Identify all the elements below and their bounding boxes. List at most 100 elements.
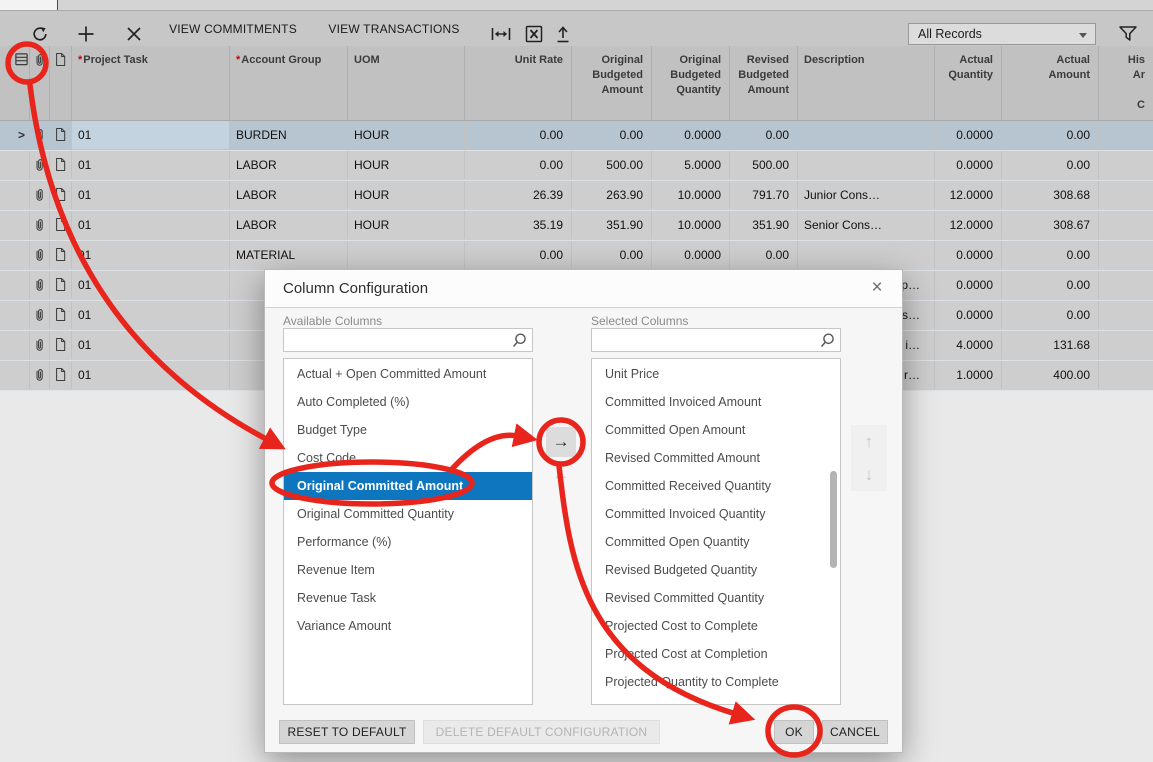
move-left-button[interactable]: ← [546, 460, 576, 490]
cell-actual-quantity[interactable]: 0.0000 [935, 121, 1002, 149]
header-original-budgeted-amount[interactable]: Original Budgeted Amount [572, 46, 652, 120]
cell-revised-budgeted-amount[interactable]: 791.70 [730, 181, 798, 209]
cell-unit-rate[interactable]: 26.39 [465, 181, 572, 209]
cell-actual-amount[interactable]: 400.00 [1002, 361, 1099, 389]
cell-project-task[interactable]: 01 [72, 361, 230, 389]
cell-original-budgeted-amount[interactable]: 0.00 [572, 241, 652, 269]
paperclip-icon[interactable] [30, 121, 50, 149]
cell-actual-amount[interactable]: 308.67 [1002, 211, 1099, 239]
list-item[interactable]: Projected Cost at Completion [592, 640, 840, 668]
note-icon[interactable] [50, 121, 72, 149]
row-selector-cell[interactable] [14, 151, 30, 179]
note-icon[interactable] [50, 301, 72, 329]
selected-search-input[interactable] [596, 330, 818, 352]
cell-actual-amount[interactable]: 0.00 [1002, 271, 1099, 299]
cancel-button[interactable]: CANCEL [822, 720, 888, 744]
note-icon[interactable] [50, 241, 72, 269]
cell-project-task[interactable]: 01 [72, 241, 230, 269]
list-item[interactable]: Revised Committed Quantity [592, 584, 840, 612]
list-item[interactable]: Performance (%) [284, 528, 532, 556]
cell-truncated[interactable] [1099, 211, 1153, 239]
cell-description[interactable]: Junior Cons… [798, 181, 935, 209]
paperclip-icon[interactable] [30, 301, 50, 329]
header-truncated-column[interactable]: His Ar C [1099, 46, 1153, 120]
cell-original-budgeted-quantity[interactable]: 0.0000 [652, 121, 730, 149]
cell-revised-budgeted-amount[interactable]: 351.90 [730, 211, 798, 239]
paperclip-icon[interactable] [30, 151, 50, 179]
cell-actual-amount[interactable]: 0.00 [1002, 241, 1099, 269]
row-selector-cell[interactable] [14, 361, 30, 389]
cell-actual-amount[interactable]: 0.00 [1002, 301, 1099, 329]
list-item[interactable]: Actual + Open Committed Amount [284, 360, 532, 388]
list-item[interactable]: Committed Open Amount [592, 416, 840, 444]
cell-actual-quantity[interactable]: 4.0000 [935, 331, 1002, 359]
cell-original-budgeted-amount[interactable]: 500.00 [572, 151, 652, 179]
paperclip-icon[interactable] [30, 331, 50, 359]
cell-original-budgeted-amount[interactable]: 263.90 [572, 181, 652, 209]
available-columns-search[interactable] [283, 328, 533, 352]
cell-account-group[interactable]: LABOR [230, 211, 348, 239]
cell-uom[interactable]: HOUR [348, 181, 465, 209]
list-item[interactable]: Projected Quantity at Completion [592, 696, 840, 705]
export-to-excel-icon[interactable] [522, 22, 546, 46]
cell-truncated[interactable] [1099, 361, 1153, 389]
list-item[interactable]: Committed Invoiced Amount [592, 388, 840, 416]
table-row[interactable]: 01 LABOR HOUR 26.39 263.90 10.0000 791.7… [0, 181, 1153, 211]
cell-unit-rate[interactable]: 0.00 [465, 121, 572, 149]
cell-project-task[interactable]: 01 [72, 301, 230, 329]
cell-unit-rate[interactable]: 35.19 [465, 211, 572, 239]
column-configuration-icon[interactable] [14, 46, 30, 120]
header-project-task[interactable]: *Project Task [72, 46, 230, 120]
cell-description[interactable] [798, 241, 935, 269]
table-row[interactable]: 01 LABOR HOUR 35.19 351.90 10.0000 351.9… [0, 211, 1153, 241]
filter-settings-icon[interactable] [1116, 22, 1140, 46]
move-up-button[interactable]: ↑ [851, 425, 887, 458]
cell-actual-quantity[interactable]: 0.0000 [935, 271, 1002, 299]
cell-revised-budgeted-amount[interactable]: 0.00 [730, 241, 798, 269]
cell-account-group[interactable]: LABOR [230, 181, 348, 209]
note-icon[interactable] [50, 331, 72, 359]
list-item[interactable]: Original Committed Quantity [284, 500, 532, 528]
scrollbar-thumb[interactable] [830, 471, 837, 568]
cell-truncated[interactable] [1099, 271, 1153, 299]
paperclip-icon[interactable] [30, 211, 50, 239]
cell-account-group[interactable]: BURDEN [230, 121, 348, 149]
cell-original-budgeted-quantity[interactable]: 5.0000 [652, 151, 730, 179]
cell-project-task[interactable]: 01 [72, 211, 230, 239]
add-icon[interactable] [74, 22, 98, 46]
list-item[interactable]: Revised Committed Amount [592, 444, 840, 472]
cell-account-group[interactable]: MATERIAL [230, 241, 348, 269]
upload-icon[interactable] [551, 22, 575, 46]
note-icon[interactable] [50, 271, 72, 299]
note-icon[interactable] [50, 151, 72, 179]
header-uom[interactable]: UOM [348, 46, 465, 120]
records-filter-select[interactable]: All Records [908, 23, 1096, 45]
header-account-group[interactable]: *Account Group [230, 46, 348, 120]
list-item[interactable]: Unit Price [592, 360, 840, 388]
cell-uom[interactable]: HOUR [348, 211, 465, 239]
move-right-button[interactable]: → [546, 427, 576, 457]
header-description[interactable]: Description [798, 46, 935, 120]
row-selector-cell[interactable] [14, 271, 30, 299]
list-item[interactable]: Committed Invoiced Quantity [592, 500, 840, 528]
cell-uom[interactable]: HOUR [348, 151, 465, 179]
cell-account-group[interactable]: LABOR [230, 151, 348, 179]
cell-unit-rate[interactable]: 0.00 [465, 241, 572, 269]
paperclip-icon[interactable] [30, 241, 50, 269]
paperclip-icon[interactable] [30, 271, 50, 299]
header-original-budgeted-quantity[interactable]: Original Budgeted Quantity [652, 46, 730, 120]
paperclip-icon[interactable] [30, 361, 50, 389]
cell-project-task[interactable]: 01 [72, 121, 230, 149]
cell-description[interactable] [798, 151, 935, 179]
table-row[interactable]: 01 MATERIAL 0.00 0.00 0.0000 0.00 0.0000… [0, 241, 1153, 271]
cell-original-budgeted-amount[interactable]: 351.90 [572, 211, 652, 239]
close-icon[interactable] [122, 22, 146, 46]
cell-truncated[interactable] [1099, 331, 1153, 359]
cell-actual-quantity[interactable]: 12.0000 [935, 211, 1002, 239]
row-selector-cell[interactable]: > [14, 121, 30, 149]
list-item-selected[interactable]: Original Committed Amount [284, 472, 532, 500]
reset-to-default-button[interactable]: RESET TO DEFAULT [279, 720, 415, 744]
cell-truncated[interactable] [1099, 181, 1153, 209]
move-down-button[interactable]: ↓ [851, 458, 887, 491]
row-selector-cell[interactable] [14, 331, 30, 359]
